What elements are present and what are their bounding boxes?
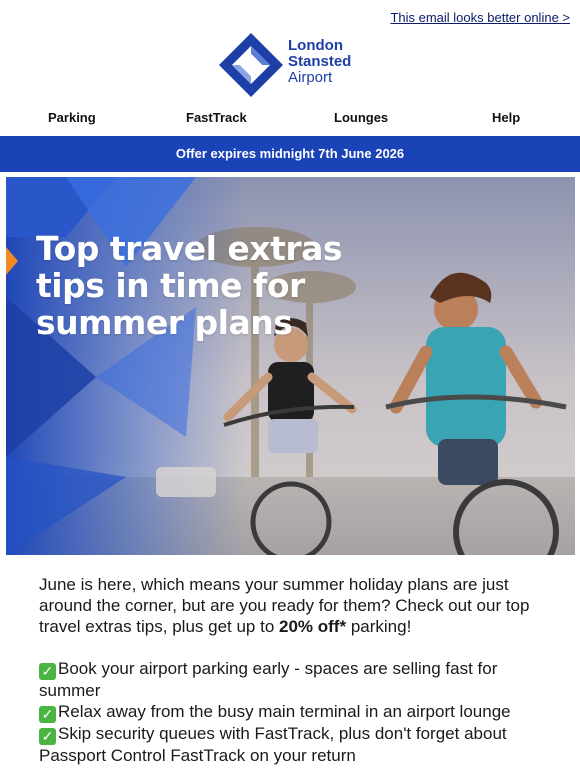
main-nav: Parking FastTrack Lounges Help bbox=[0, 108, 580, 130]
bullet-item: ✓ Skip security queues with FastTrack, pl… bbox=[39, 723, 549, 766]
check-mark-icon: ✓ bbox=[39, 728, 56, 745]
view-online-link[interactable]: This email looks better online > bbox=[390, 10, 570, 25]
logo-diamond-icon bbox=[219, 33, 283, 97]
offer-banner[interactable]: Offer expires midnight 7th June 2026 bbox=[0, 136, 580, 172]
hero-title-line-1: Top travel extras bbox=[36, 229, 343, 268]
bullet-item: ✓ Book your airport parking early - space… bbox=[39, 658, 549, 701]
bullet-text: Relax away from the busy main terminal i… bbox=[58, 702, 511, 721]
bullet-text: Book your airport parking early - spaces… bbox=[39, 659, 498, 700]
bullet-text: Skip security queues with FastTrack, plu… bbox=[39, 724, 507, 765]
nav-item-parking[interactable]: Parking bbox=[48, 110, 96, 125]
hero-banner[interactable]: Top travel extras tips in time for summe… bbox=[6, 177, 575, 555]
top-bar: This email looks better online > bbox=[0, 0, 580, 34]
check-mark-icon: ✓ bbox=[39, 706, 56, 723]
logo-line-3: Airport bbox=[288, 69, 333, 86]
hero-title-line-3: summer plans bbox=[36, 303, 293, 342]
nav-item-fasttrack[interactable]: FastTrack bbox=[186, 110, 247, 125]
nav-item-lounges[interactable]: Lounges bbox=[334, 110, 388, 125]
email-body: June is here, which means your summer ho… bbox=[39, 574, 549, 766]
hero-title-line-2: tips in time for bbox=[36, 266, 305, 305]
hero-title: Top travel extras tips in time for summe… bbox=[36, 230, 396, 341]
nav-item-help[interactable]: Help bbox=[492, 110, 520, 125]
intro-text-end: parking! bbox=[346, 617, 412, 636]
intro-paragraph: June is here, which means your summer ho… bbox=[39, 574, 549, 637]
logo-line-2: Stansted bbox=[288, 53, 352, 70]
check-mark-icon: ✓ bbox=[39, 663, 56, 680]
bullet-item: ✓ Relax away from the busy main terminal … bbox=[39, 701, 549, 723]
stansted-logo[interactable]: London Stansted Airport bbox=[218, 32, 378, 97]
discount-highlight: 20% off* bbox=[279, 617, 347, 636]
logo-line-1: London bbox=[288, 37, 343, 54]
